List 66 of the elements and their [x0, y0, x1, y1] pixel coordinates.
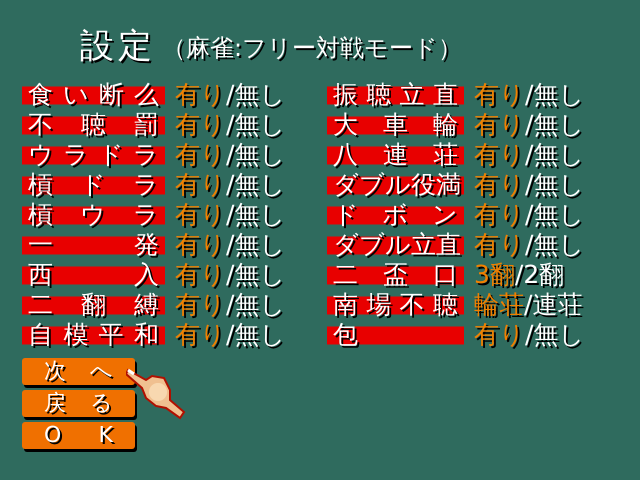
option-choice[interactable]: 有り — [175, 320, 226, 350]
option-separator: / — [525, 110, 534, 140]
option-choice[interactable]: 3翻 — [474, 260, 515, 290]
option-choice[interactable]: 有り — [175, 230, 226, 260]
option-choice[interactable]: 有り — [474, 170, 525, 200]
option-choice[interactable]: 有り — [175, 110, 226, 140]
option-separator: / — [226, 80, 234, 110]
setting-label: ダブル立直 — [327, 230, 464, 260]
option-choice[interactable]: 有り — [474, 110, 525, 140]
option-choice[interactable]: 無し — [234, 110, 286, 140]
option-separator: / — [226, 230, 234, 260]
option-choice[interactable]: 無し — [234, 230, 286, 260]
option-choice[interactable]: 無し — [533, 140, 584, 170]
setting-label: 西 入 — [22, 260, 165, 290]
option-choice[interactable]: 有り — [474, 80, 525, 110]
setting-label: 南場不聴 — [327, 290, 464, 320]
option-separator: / — [226, 110, 234, 140]
option-choice[interactable]: 有り — [175, 290, 226, 320]
option-choice[interactable]: 無し — [234, 200, 286, 230]
option-separator: / — [525, 200, 534, 230]
option-separator: / — [525, 230, 534, 260]
option-separator: / — [226, 140, 234, 170]
option-choice[interactable]: 無し — [234, 140, 286, 170]
screen-title: 設定 — [80, 26, 156, 66]
option-choice[interactable]: 有り — [474, 230, 525, 260]
option-choice[interactable]: 無し — [234, 260, 286, 290]
option-separator: / — [226, 170, 234, 200]
option-choice[interactable]: 無し — [234, 80, 286, 110]
option-choice[interactable]: 無し — [533, 200, 584, 230]
option-choice[interactable]: 無し — [234, 320, 286, 350]
option-separator: / — [226, 260, 234, 290]
setting-label: 槓 ウ ラ — [22, 200, 165, 230]
menu-button[interactable]: O K — [22, 422, 135, 449]
option-separator: / — [525, 170, 534, 200]
option-choice[interactable]: 無し — [533, 110, 584, 140]
option-choice[interactable]: 無し — [533, 320, 584, 350]
menu-button[interactable]: 次 へ — [22, 358, 135, 385]
option-choice[interactable]: 有り — [175, 140, 226, 170]
option-separator: / — [514, 260, 524, 290]
option-choice[interactable]: 有り — [474, 320, 525, 350]
setting-label: 槓 ド ラ — [22, 170, 165, 200]
option-separator: / — [226, 290, 234, 320]
option-choice[interactable]: 有り — [175, 170, 226, 200]
option-choice[interactable]: 有り — [175, 260, 226, 290]
setting-label: 八 連 荘 — [327, 140, 464, 170]
option-choice[interactable]: 輪荘 — [474, 290, 524, 320]
option-choice[interactable]: 2翻 — [523, 260, 564, 290]
option-choice[interactable]: 有り — [175, 200, 226, 230]
option-separator: / — [525, 320, 534, 350]
option-choice[interactable]: 無し — [234, 290, 286, 320]
option-choice[interactable]: 連荘 — [532, 290, 582, 320]
option-choice[interactable]: 有り — [474, 140, 525, 170]
screen-subtitle: （麻雀:フリー対戦モード） — [162, 33, 462, 64]
option-choice[interactable]: 無し — [234, 170, 286, 200]
option-separator: / — [226, 200, 234, 230]
option-choice[interactable]: 無し — [533, 170, 584, 200]
setting-label: ダブル役満 — [327, 170, 464, 200]
option-choice[interactable]: 無し — [533, 230, 584, 260]
menu-button[interactable]: 戻 る — [22, 390, 135, 417]
option-choice[interactable]: 有り — [175, 80, 226, 110]
option-choice[interactable]: 有り — [474, 200, 525, 230]
option-choice[interactable]: 無し — [533, 80, 584, 110]
option-separator: / — [524, 290, 532, 320]
option-separator: / — [525, 80, 534, 110]
option-separator: / — [525, 140, 534, 170]
option-separator: / — [226, 320, 234, 350]
